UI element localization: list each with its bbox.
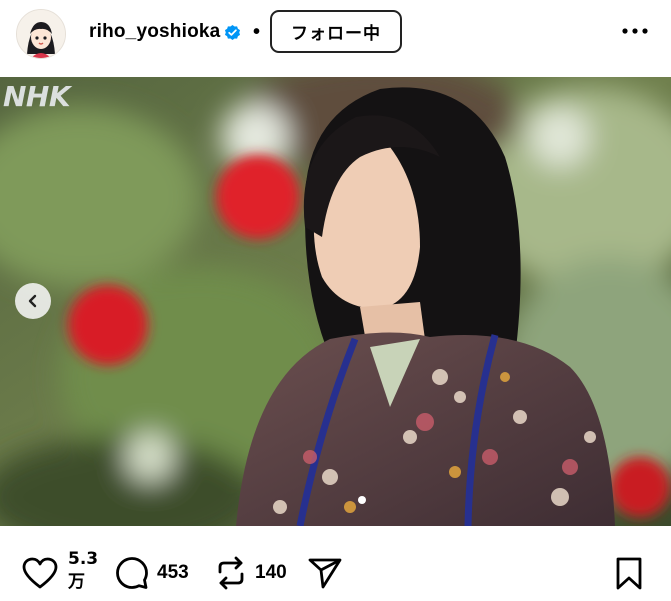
heart-icon[interactable] [22, 557, 58, 590]
more-icon[interactable] [620, 24, 650, 38]
photo-image [0, 77, 671, 526]
repost-button[interactable]: 140 [215, 556, 287, 590]
likes-count[interactable]: 5.3 万 [68, 548, 98, 594]
reposts-count: 140 [255, 562, 287, 583]
carousel-indicator [358, 496, 366, 504]
following-button[interactable]: フォロー中 [270, 10, 402, 53]
previous-image-button[interactable] [15, 283, 51, 319]
avatar[interactable] [16, 9, 66, 59]
chevron-left-icon [28, 294, 37, 308]
verified-badge-icon [224, 24, 241, 41]
post-header: riho_yoshioka • フォロー中 [0, 0, 671, 77]
comment-button[interactable]: 453 [115, 556, 189, 590]
comments-count: 453 [157, 562, 189, 583]
comment-icon [116, 557, 148, 589]
separator-dot: • [253, 21, 261, 43]
nhk-watermark: NHK [3, 80, 71, 113]
carousel-dot-active [358, 496, 366, 504]
bookmark-icon[interactable] [615, 557, 643, 591]
repost-icon [218, 556, 244, 590]
post-photo[interactable]: NHK [0, 77, 671, 526]
action-bar: 5.3 万 453 140 [0, 526, 671, 601]
likes-count-number: 5.3 [68, 549, 99, 569]
share-icon[interactable] [308, 557, 342, 589]
avatar-illustration [17, 10, 65, 58]
likes-count-unit: 万 [68, 572, 85, 592]
username[interactable]: riho_yoshioka [89, 21, 220, 43]
